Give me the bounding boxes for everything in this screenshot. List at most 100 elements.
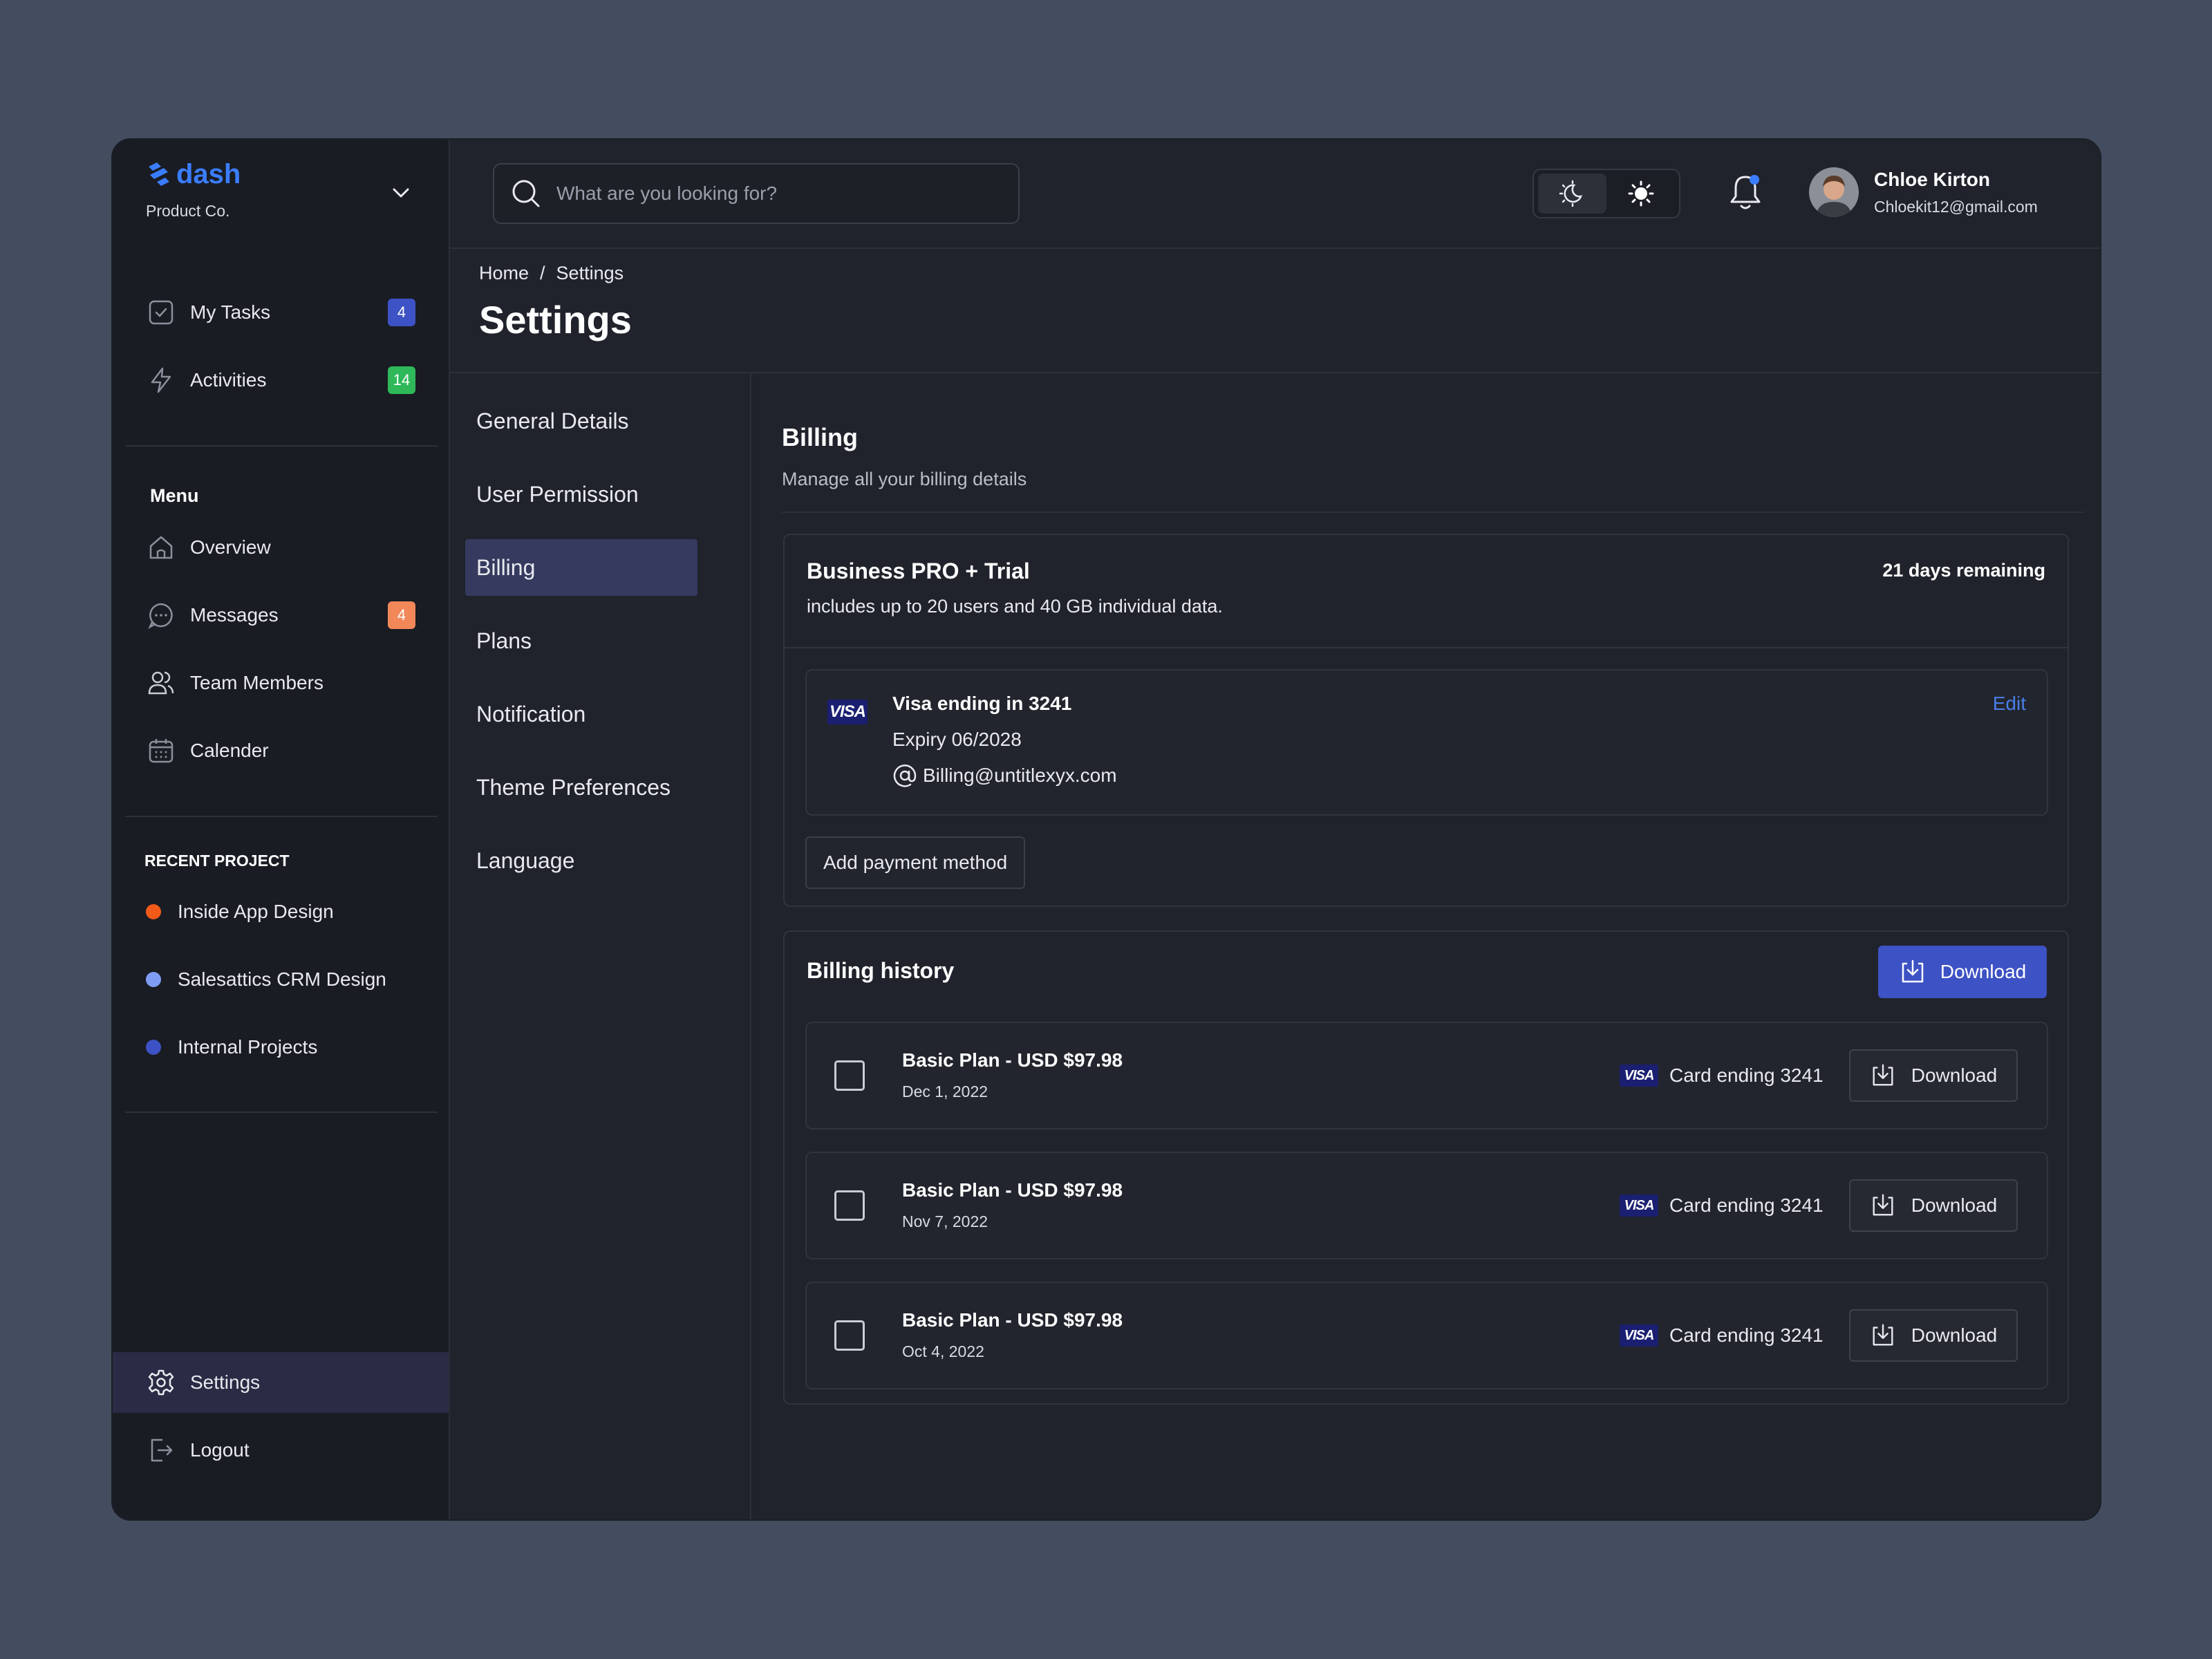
sidebar-item-label: My Tasks xyxy=(190,301,271,323)
add-payment-method-button[interactable]: Add payment method xyxy=(805,836,1026,889)
project-color-dot xyxy=(146,972,161,987)
search-icon xyxy=(512,180,540,207)
settings-nav-theme-preferences[interactable]: Theme Preferences xyxy=(465,759,697,816)
download-all-button[interactable]: Download xyxy=(1878,946,2047,998)
sidebar-item-logout[interactable]: Logout xyxy=(146,1430,415,1471)
plan-card: Business PRO + Trial includes up to 20 u… xyxy=(783,534,2069,907)
billing-history-card: Billing history Download Basic Plan - US… xyxy=(783,930,2069,1405)
plan-name: Business PRO + Trial xyxy=(807,559,1030,583)
settings-nav-plans[interactable]: Plans xyxy=(465,612,697,669)
settings-nav-general-details[interactable]: General Details xyxy=(465,393,697,449)
sidebar-item-label: Settings xyxy=(190,1371,261,1393)
sidebar: dash Product Co. My Tasks 4 Activities 1… xyxy=(113,140,450,1519)
search-box[interactable] xyxy=(493,163,1020,224)
brand-name: dash xyxy=(176,159,241,189)
row-download-button[interactable]: Download xyxy=(1849,1179,2018,1232)
row-checkbox[interactable] xyxy=(834,1320,865,1351)
row-download-button[interactable]: Download xyxy=(1849,1309,2018,1362)
notification-bell-icon[interactable] xyxy=(1725,171,1766,213)
recent-project-title: RECENT PROJECT xyxy=(144,852,290,870)
app-window: dash Product Co. My Tasks 4 Activities 1… xyxy=(111,138,2101,1521)
project-label: Inside App Design xyxy=(178,901,334,922)
sidebar-item-label: Calender xyxy=(190,740,269,761)
payment-method-card: VISA Visa ending in 3241 Expiry 06/2028 … xyxy=(805,669,2048,816)
sidebar-item-my-tasks[interactable]: My Tasks 4 xyxy=(146,292,415,333)
row-checkbox[interactable] xyxy=(834,1060,865,1091)
divider xyxy=(785,647,2068,648)
billing-history-row: Basic Plan - USD $97.98 Dec 1, 2022 VISA… xyxy=(805,1022,2048,1130)
calendar-icon xyxy=(146,735,176,766)
gear-icon xyxy=(146,1367,176,1398)
avatar[interactable] xyxy=(1809,167,1859,217)
project-label: Salesattics CRM Design xyxy=(178,968,386,990)
sidebar-item-overview[interactable]: Overview xyxy=(146,527,415,568)
menu-title: Menu xyxy=(150,485,199,506)
dark-mode-button[interactable] xyxy=(1538,174,1606,214)
project-item[interactable]: Internal Projects xyxy=(146,1030,317,1065)
row-download-button[interactable]: Download xyxy=(1849,1049,2018,1102)
billing-history-row: Basic Plan - USD $97.98 Nov 7, 2022 VISA… xyxy=(805,1152,2048,1259)
visa-logo-icon: VISA xyxy=(827,700,868,724)
sidebar-item-messages[interactable]: Messages 4 xyxy=(146,594,415,636)
download-label: Download xyxy=(1911,1065,1998,1086)
plan-remaining: 21 days remaining xyxy=(1882,560,2045,581)
edit-card-link[interactable]: Edit xyxy=(1993,693,2026,715)
project-item[interactable]: Inside App Design xyxy=(146,894,334,929)
download-label: Download xyxy=(1911,1324,1998,1346)
card-expiry: Expiry 06/2028 xyxy=(892,729,1022,750)
checkbox-icon xyxy=(146,297,176,328)
row-checkbox[interactable] xyxy=(834,1190,865,1221)
user-email: Chloekit12@gmail.com xyxy=(1874,198,2038,216)
breadcrumb: Home / Settings xyxy=(479,263,624,284)
sidebar-item-calender[interactable]: Calender xyxy=(146,730,415,771)
divider xyxy=(782,512,2084,513)
settings-nav-language[interactable]: Language xyxy=(465,832,697,889)
visa-logo-icon: VISA xyxy=(1620,1324,1658,1347)
settings-nav-billing[interactable]: Billing xyxy=(465,539,697,596)
brand[interactable]: dash Product Co. xyxy=(146,160,241,221)
invoice-title: Basic Plan - USD $97.98 xyxy=(902,1049,1123,1071)
user-name[interactable]: Chloe Kirton xyxy=(1874,169,1990,191)
search-input[interactable] xyxy=(556,182,985,205)
settings-nav-notification[interactable]: Notification xyxy=(465,686,697,742)
project-label: Internal Projects xyxy=(178,1036,318,1058)
invoice-date: Dec 1, 2022 xyxy=(902,1082,988,1100)
count-badge: 4 xyxy=(388,299,415,326)
divider xyxy=(450,247,2100,249)
invoice-card: VISA Card ending 3241 xyxy=(1620,1065,1824,1087)
sidebar-item-team-members[interactable]: Team Members xyxy=(146,662,415,704)
company-name: Product Co. xyxy=(146,202,230,220)
settings-nav: General Details User Permission Billing … xyxy=(450,373,751,1519)
sidebar-item-activities[interactable]: Activities 14 xyxy=(146,359,415,401)
settings-nav-user-permission[interactable]: User Permission xyxy=(465,466,697,523)
card-title: Visa ending in 3241 xyxy=(892,693,1072,714)
sidebar-item-settings[interactable]: Settings xyxy=(146,1362,415,1403)
card-ending-label: Card ending 3241 xyxy=(1669,1324,1824,1346)
billing-history-title: Billing history xyxy=(807,958,955,983)
project-item[interactable]: Salesattics CRM Design xyxy=(146,962,386,997)
card-ending-label: Card ending 3241 xyxy=(1669,1194,1824,1216)
invoice-title: Basic Plan - USD $97.98 xyxy=(902,1309,1123,1331)
download-icon xyxy=(1873,1194,1893,1216)
section-title: Billing xyxy=(782,423,858,451)
light-mode-button[interactable] xyxy=(1606,174,1675,214)
sidebar-item-label: Logout xyxy=(190,1439,250,1461)
section-subtitle: Manage all your billing details xyxy=(782,469,1027,489)
billing-history-row: Basic Plan - USD $97.98 Oct 4, 2022 VISA… xyxy=(805,1282,2048,1389)
breadcrumb-home[interactable]: Home xyxy=(479,263,529,284)
page-title: Settings xyxy=(479,298,632,341)
invoice-title: Basic Plan - USD $97.98 xyxy=(902,1179,1123,1201)
card-email-row: Billing@untitlexyx.com xyxy=(892,763,1117,788)
theme-toggle[interactable] xyxy=(1533,169,1680,218)
lightning-icon xyxy=(146,365,176,395)
download-icon xyxy=(1873,1324,1893,1346)
invoice-date: Nov 7, 2022 xyxy=(902,1212,988,1230)
chevron-down-icon[interactable] xyxy=(389,181,413,205)
sun-icon xyxy=(1628,180,1653,207)
invoice-date: Oct 4, 2022 xyxy=(902,1342,984,1360)
divider xyxy=(125,816,438,817)
sidebar-item-label: Activities xyxy=(190,369,267,391)
download-label: Download xyxy=(1940,961,2027,982)
invoice-card: VISA Card ending 3241 xyxy=(1620,1194,1824,1217)
logout-icon xyxy=(146,1435,176,1465)
